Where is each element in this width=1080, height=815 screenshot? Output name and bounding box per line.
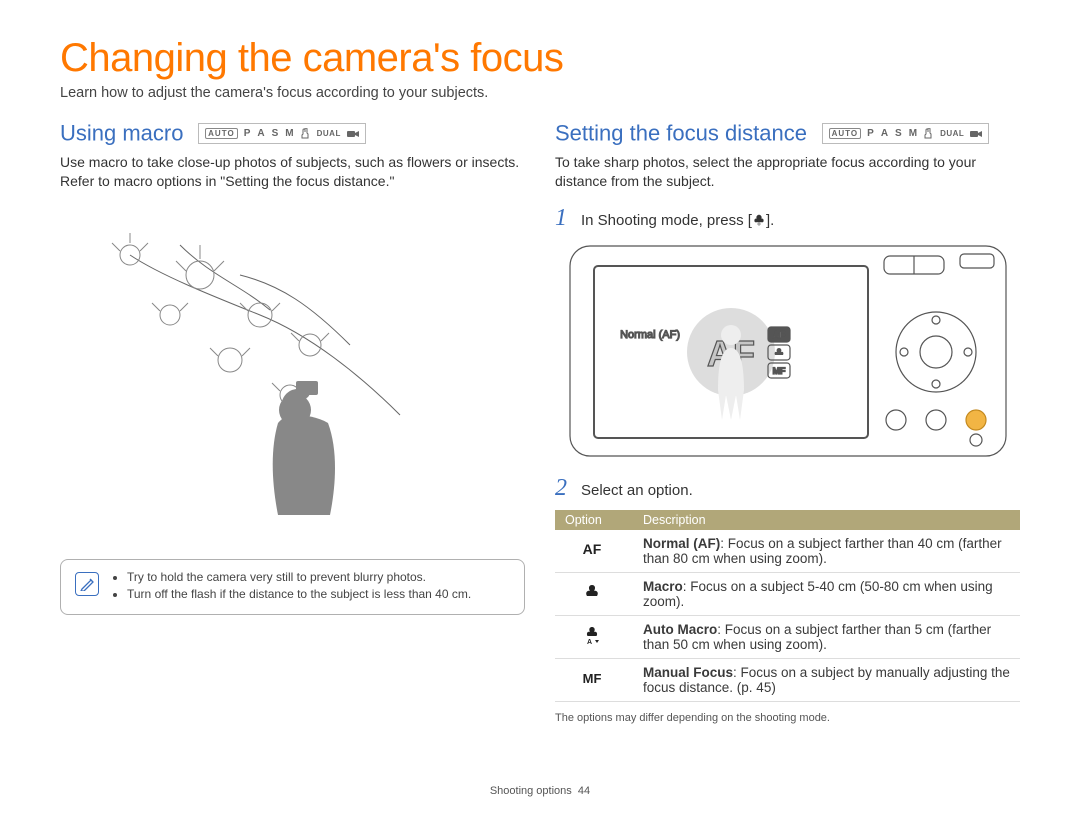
step-2: 2 Select an option.: [555, 475, 1020, 502]
mode-indicator-box: AUTO P A S M DUAL: [198, 123, 366, 144]
svg-text:Normal (AF): Normal (AF): [620, 329, 680, 341]
right-column: Setting the focus distance AUTO P A S M …: [555, 119, 1020, 735]
manual-page: Changing the camera's focus Learn how to…: [0, 0, 1080, 815]
svg-text:AF: AF: [773, 330, 785, 340]
hand-icon: [924, 128, 934, 140]
left-column: Using macro AUTO P A S M DUAL Use macro …: [60, 119, 525, 735]
svg-text:AF: AF: [583, 541, 602, 557]
af-icon: AF: [555, 530, 633, 573]
flower-photographer-illustration: [60, 215, 480, 520]
svg-text:MF: MF: [583, 671, 602, 686]
using-macro-heading: Using macro AUTO P A S M DUAL: [60, 119, 525, 147]
camera-back-illustration: AF Normal (AF) AF MF: [568, 240, 1008, 462]
page-footer: Shooting options 44: [0, 785, 1080, 797]
setting-focus-heading: Setting the focus distance AUTO P A S M …: [555, 119, 1020, 147]
using-macro-text: Use macro to take close-up photos of sub…: [60, 153, 525, 191]
tip-box: Try to hold the camera very still to pre…: [60, 559, 525, 615]
svg-text:MF: MF: [772, 366, 785, 376]
mode-indicator-box: AUTO P A S M DUAL: [822, 123, 990, 144]
tip-item: Turn off the flash if the distance to th…: [127, 587, 471, 601]
table-header-option: Option: [555, 510, 633, 530]
table-row: A Auto Macro: Focus on a subject farther…: [555, 615, 1020, 658]
table-row: AF Normal (AF): Focus on a subject farth…: [555, 530, 1020, 573]
setting-focus-text: To take sharp photos, select the appropr…: [555, 153, 1020, 191]
macro-icon: [555, 572, 633, 615]
options-disclaimer: The options may differ depending on the …: [555, 712, 1020, 724]
table-header-description: Description: [633, 510, 1020, 530]
step-1: 1 In Shooting mode, press [].: [555, 205, 1020, 232]
note-icon: [75, 572, 99, 596]
svg-text:A: A: [587, 639, 592, 644]
video-icon: [347, 129, 359, 139]
mf-icon: MF: [555, 658, 633, 701]
auto-macro-icon: A: [555, 615, 633, 658]
macro-button-icon: [752, 213, 766, 227]
table-row: Macro: Focus on a subject 5-40 cm (50-80…: [555, 572, 1020, 615]
tip-item: Try to hold the camera very still to pre…: [127, 570, 471, 584]
video-icon: [970, 129, 982, 139]
table-row: MF Manual Focus: Focus on a subject by m…: [555, 658, 1020, 701]
intro-text: Learn how to adjust the camera's focus a…: [60, 85, 1020, 101]
tip-list: Try to hold the camera very still to pre…: [111, 570, 471, 604]
page-title: Changing the camera's focus: [60, 36, 1020, 81]
hand-icon: [301, 128, 311, 140]
focus-options-table: Option Description AF Normal (AF): Focus…: [555, 510, 1020, 702]
